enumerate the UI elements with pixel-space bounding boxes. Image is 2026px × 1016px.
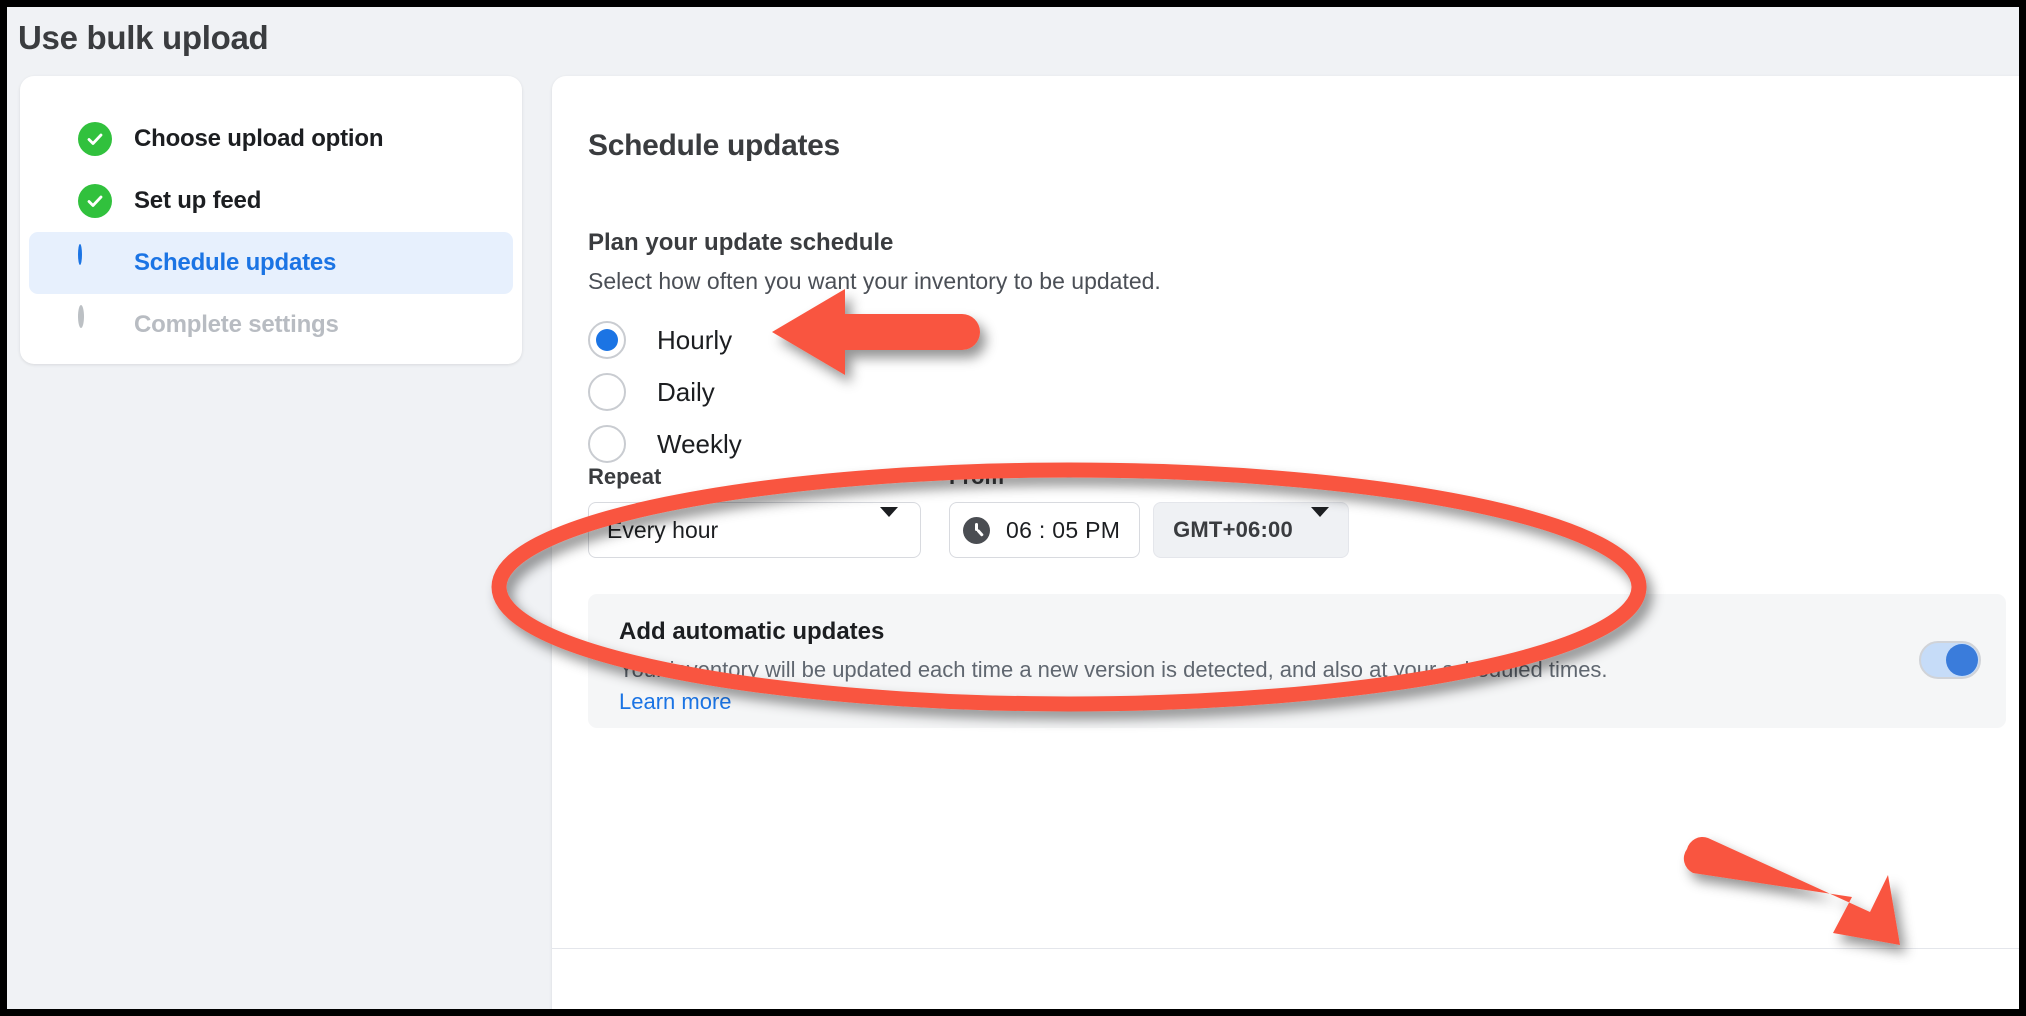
sidebar-step-schedule-updates[interactable]: Schedule updates [29,232,513,294]
chevron-down-icon [1310,507,1329,543]
main-content-panel: Schedule updates Plan your update schedu… [552,76,2019,1016]
automatic-updates-title: Add automatic updates [619,618,885,645]
wizard-steps-card: Choose upload option Set up feed Schedul… [20,76,522,364]
wizard-steps-list: Choose upload option Set up feed Schedul… [20,76,522,356]
sidebar-step-label: Set up feed [134,187,262,214]
sidebar-step-set-up-feed[interactable]: Set up feed [29,170,513,232]
clock-icon [963,516,990,544]
next-button[interactable]: Next [1826,1011,2008,1016]
section-heading: Plan your update schedule [588,229,894,256]
previous-button[interactable]: Previous [1628,1011,1810,1016]
timezone-value: GMT+06:00 [1173,517,1293,542]
from-label: From [949,464,1004,489]
panel-title: Schedule updates [588,129,840,162]
sidebar-step-label: Choose upload option [134,125,384,152]
radio-label-daily: Daily [657,376,715,407]
radio-label-hourly: Hourly [657,324,733,355]
page-title: Use bulk upload [18,19,269,56]
radio-button-weekly[interactable] [588,425,626,463]
sidebar-step-label: Complete settings [134,311,339,338]
frequency-radio-group: Hourly Daily Weekly [588,314,742,470]
time-value: 06 : 05 PM [1006,516,1121,543]
repeat-select[interactable]: Every hour [588,502,921,558]
page-header: Use bulk upload [7,7,2019,77]
screenshot-root: Use bulk upload Choose upload option Set… [0,0,2026,1016]
radio-option-weekly[interactable]: Weekly [588,418,742,470]
section-subtext: Select how often you want your inventory… [588,268,1161,294]
check-circle-icon [78,122,112,156]
radio-label-weekly: Weekly [657,428,742,459]
sidebar-step-choose-upload-option[interactable]: Choose upload option [29,108,513,170]
repeat-field-group: Repeat Every hour [588,464,921,558]
repeat-label: Repeat [588,464,662,489]
radio-button-hourly[interactable] [588,321,626,359]
repeat-select-value: Every hour [607,516,719,543]
timezone-select[interactable]: GMT+06:00 [1153,502,1349,558]
time-input[interactable]: 06 : 05 PM [949,502,1140,558]
automatic-updates-description: Your inventory will be updated each time… [619,657,1608,682]
toggle-knob [1946,644,1978,676]
radio-option-daily[interactable]: Daily [588,366,742,418]
radio-option-hourly[interactable]: Hourly [588,314,742,366]
learn-more-link[interactable]: Learn more [619,689,732,715]
empty-circle-icon [78,305,112,342]
automatic-updates-toggle[interactable] [1919,641,1981,679]
cancel-button[interactable]: Cancel [588,1011,764,1016]
check-circle-icon [78,184,112,218]
automatic-updates-banner: Add automatic updates Your inventory wil… [588,594,2006,728]
sidebar-step-complete-settings[interactable]: Complete settings [29,294,513,356]
from-field-group: From 06 : 05 PM GMT+06:00 [949,464,1349,558]
schedule-fields-row: Repeat Every hour From 06 : 05 PM GMT+06… [588,464,1349,558]
radio-button-daily[interactable] [588,373,626,411]
half-circle-icon [78,244,112,280]
chevron-down-icon [880,506,898,544]
footer-divider [552,948,2019,949]
sidebar-step-label: Schedule updates [134,249,337,276]
